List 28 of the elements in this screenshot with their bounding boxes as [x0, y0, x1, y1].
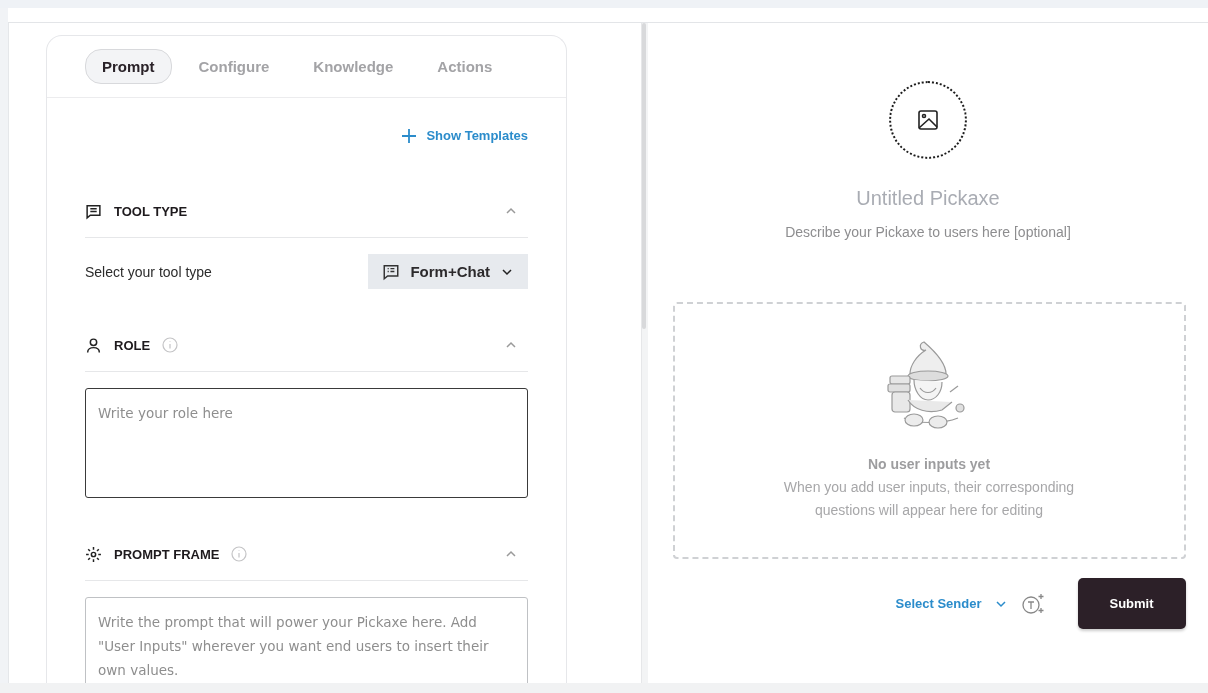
empty-text: When you add user inputs, their corresponding questions will appear here for editing — [782, 478, 1076, 520]
info-icon[interactable] — [162, 337, 179, 353]
pickaxe-description: Describe your Pickaxe to users here [optional] — [785, 224, 1071, 240]
text-area[interactable]: Write your role here — [85, 388, 528, 498]
person-icon — [85, 336, 102, 354]
select-sender-dropdown[interactable]: Select Sender — [895, 596, 1008, 611]
plus-icon — [402, 128, 417, 143]
tool-type-select[interactable]: Form+Chat — [368, 254, 528, 289]
pickaxe-title: Untitled Pickaxe — [856, 187, 1000, 210]
image-icon — [918, 110, 938, 130]
section-title: PROMPT FRAME — [114, 546, 220, 562]
tab[interactable]: Actions — [420, 49, 510, 84]
info-icon[interactable] — [231, 546, 248, 562]
tab[interactable]: Prompt — [85, 49, 172, 84]
show-templates-link[interactable]: Show Templates — [402, 128, 528, 143]
section-title: TOOL TYPE — [114, 203, 188, 219]
list-icon — [382, 262, 401, 281]
text-area[interactable]: Write the prompt that will power your Pickaxe here. Add "User Inputs" wherever you want end users to insert their own values. — [85, 597, 528, 683]
submit-button[interactable]: Submit — [1077, 578, 1186, 629]
chat-icon — [85, 202, 102, 220]
text-sparkle-icon — [1021, 592, 1046, 615]
section-title: ROLE — [114, 337, 151, 353]
empty-title: No user inputs yet — [867, 456, 991, 472]
target-icon — [85, 545, 102, 563]
text-sparkle-button[interactable] — [1021, 592, 1046, 615]
tab[interactable]: Configure — [181, 49, 287, 84]
field-label: Select your tool type — [85, 263, 212, 280]
tab[interactable]: Knowledge — [296, 49, 411, 84]
